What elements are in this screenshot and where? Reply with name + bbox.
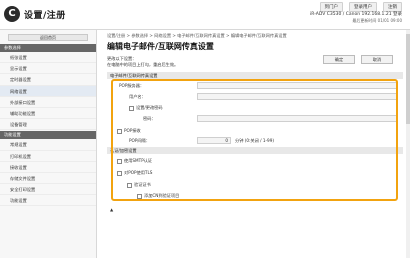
- cancel-button[interactable]: 取消: [361, 55, 393, 64]
- verify-cert-row: 验证证书: [127, 182, 151, 188]
- top-bar: C 设置/注册 到门户 登录用户 注销 iR-ADV C3530 / Canon…: [0, 0, 410, 30]
- pop-receive-checkbox[interactable]: [117, 128, 122, 134]
- settings-logo-icon: C: [4, 6, 20, 22]
- sidebar-group-preferences: 参数选择: [0, 44, 96, 52]
- user-name-label: 用户名：: [129, 94, 146, 99]
- section-auth-encryption: 认证/加密设置: [107, 147, 403, 154]
- password-input[interactable]: [197, 115, 397, 122]
- tls-row: 对POP使用TLS: [117, 170, 152, 176]
- sidebar-item-device-mgmt[interactable]: 设备管理: [0, 119, 96, 131]
- verify-cert-label: 验证证书: [134, 182, 151, 187]
- page-top-marker[interactable]: ▲: [110, 207, 113, 212]
- tls-label: 对POP使用TLS: [124, 170, 153, 175]
- sidebar-item-printer[interactable]: 打印机设置: [0, 151, 96, 162]
- brand: C 设置/注册: [4, 6, 66, 22]
- pop-interval-label: POP间隔：: [129, 138, 150, 143]
- sidebar-item-paper[interactable]: 纸张设置: [0, 52, 96, 64]
- sidebar-item-function[interactable]: 功能设置: [0, 195, 96, 207]
- pop-receive-label: POP接收: [124, 128, 141, 133]
- sidebar-item-secure-print[interactable]: 安全打印设置: [0, 184, 96, 196]
- verify-cert-checkbox[interactable]: [127, 182, 132, 188]
- sidebar-item-store-file[interactable]: 存储文件设置: [0, 173, 96, 185]
- device-info: iR-ADV C3530 / Canon 192.168.1.21 登录: [310, 12, 402, 17]
- pop-server-input[interactable]: [197, 82, 397, 89]
- sidebar-item-receive[interactable]: 接收设置: [0, 162, 96, 173]
- pop-interval-input[interactable]: 0: [197, 137, 231, 144]
- sidebar-group-functions: 功能设置: [0, 131, 96, 140]
- set-password-row: 设置/更改密码: [129, 105, 163, 111]
- description-line-2: 在电脑中的项目上打勾，重启后生效。: [107, 62, 179, 67]
- scrollbar-thumb[interactable]: [406, 34, 410, 124]
- section-email-ifax: 电子邮件/互联网传真设置: [107, 72, 403, 79]
- pop-server-label: POP服务器：: [119, 83, 145, 88]
- sidebar-item-display[interactable]: 显示设置: [0, 63, 96, 75]
- add-cn-row: 添加CN到验证项目: [137, 193, 179, 199]
- set-password-label: 设置/更改密码: [136, 105, 163, 110]
- sidebar-item-common[interactable]: 常规设置: [0, 139, 96, 151]
- main-content: 设置/注册 > 参数选择 > 网络设置 > 电子邮件/互联网传真设置 > 编辑电…: [107, 30, 405, 258]
- password-label: 密码：: [143, 116, 156, 121]
- add-cn-checkbox[interactable]: [137, 193, 142, 199]
- sidebar-item-timer[interactable]: 定时器设置: [0, 74, 96, 86]
- tls-checkbox[interactable]: [117, 170, 122, 176]
- sidebar: 返回首页 参数选择 纸张设置 显示设置 定时器设置 网络设置 外部接口设置 辅助…: [0, 30, 97, 258]
- pop-interval-unit: 分钟 (0:关闭 / 1-99): [235, 138, 275, 143]
- add-cn-label: 添加CN到验证项目: [144, 193, 180, 198]
- breadcrumb: 设置/注册 > 参数选择 > 网络设置 > 电子邮件/互联网传真设置 > 编辑电…: [107, 33, 287, 38]
- home-button[interactable]: 返回首页: [8, 34, 88, 41]
- user-name-input[interactable]: [197, 93, 397, 100]
- smtp-auth-row: 使用SMTP认证: [117, 158, 152, 164]
- page-title: 编辑电子邮件/互联网传真设置: [107, 42, 214, 51]
- status-line: 最后更新时间 01/01 09:00: [352, 18, 402, 23]
- sidebar-item-network[interactable]: 网络设置: [0, 85, 96, 97]
- app-title: 设置/注册: [24, 10, 66, 21]
- ok-button[interactable]: 确定: [323, 55, 355, 64]
- smtp-auth-checkbox[interactable]: [117, 158, 122, 164]
- pop-receive-row: POP接收: [117, 128, 141, 134]
- sidebar-item-interface[interactable]: 外部接口设置: [0, 97, 96, 108]
- sidebar-item-accessibility[interactable]: 辅助功能设置: [0, 108, 96, 120]
- smtp-auth-label: 使用SMTP认证: [124, 158, 153, 163]
- set-password-checkbox[interactable]: [129, 105, 134, 111]
